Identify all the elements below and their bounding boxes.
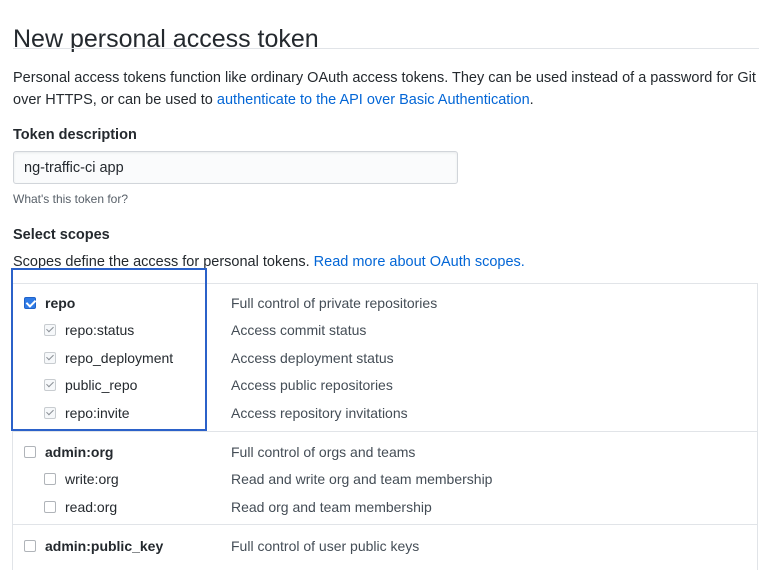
- scopes-note: Scopes define the access for personal to…: [13, 254, 525, 270]
- checkbox-repo-invite[interactable]: [44, 407, 56, 419]
- scope-name: write:org: [65, 471, 119, 487]
- scope-name: read:org: [65, 499, 118, 515]
- scope-desc: Read org and team membership: [231, 499, 432, 515]
- scope-name: repo:status: [65, 322, 135, 338]
- scope-row-repo[interactable]: repo Full control of private repositorie…: [13, 290, 757, 317]
- scope-desc: Access public repositories: [231, 377, 393, 393]
- scopes-note-text: Scopes define the access for personal to…: [13, 254, 314, 270]
- scope-group-repo: repo Full control of private repositorie…: [12, 283, 758, 432]
- token-description-hint: What's this token for?: [13, 192, 129, 206]
- intro-text-end: .: [529, 92, 534, 108]
- scope-desc: Read and write org and team membership: [231, 471, 493, 487]
- token-description-input[interactable]: [13, 151, 458, 184]
- title-divider: [13, 48, 759, 49]
- checkbox-repo[interactable]: [24, 297, 36, 309]
- scope-row-write-org[interactable]: write:org Read and write org and team me…: [13, 466, 757, 493]
- scope-group-admin-public-key: admin:public_key Full control of user pu…: [12, 524, 758, 570]
- scope-desc: Full control of user public keys: [231, 538, 420, 554]
- scope-row-repo-status[interactable]: repo:status Access commit status: [13, 317, 757, 344]
- page-title: New personal access token: [13, 24, 319, 53]
- scope-name: repo:invite: [65, 405, 130, 421]
- select-scopes-heading: Select scopes: [13, 227, 110, 243]
- oauth-scopes-link[interactable]: Read more about OAuth scopes.: [314, 254, 525, 270]
- scope-row-read-org[interactable]: read:org Read org and team membership: [13, 494, 757, 521]
- scope-name: admin:public_key: [45, 538, 164, 554]
- scope-desc: Access repository invitations: [231, 405, 408, 421]
- checkbox-public-repo[interactable]: [44, 379, 56, 391]
- scope-name: repo_deployment: [65, 350, 174, 366]
- scope-row-admin-public-key[interactable]: admin:public_key Full control of user pu…: [13, 533, 757, 560]
- checkbox-admin-org[interactable]: [24, 446, 36, 458]
- checkbox-read-org[interactable]: [44, 501, 56, 513]
- scope-desc: Access commit status: [231, 322, 367, 338]
- scope-desc: Access deployment status: [231, 350, 394, 366]
- checkbox-write-org[interactable]: [44, 473, 56, 485]
- scope-row-repo-invite[interactable]: repo:invite Access repository invitation…: [13, 400, 757, 427]
- scope-desc: Full control of orgs and teams: [231, 444, 416, 460]
- token-description-label: Token description: [13, 127, 137, 143]
- scope-name: repo: [45, 295, 76, 311]
- scope-name: admin:org: [45, 444, 114, 460]
- scope-group-admin-org: admin:org Full control of orgs and teams…: [12, 431, 758, 525]
- checkbox-repo-status[interactable]: [44, 324, 56, 336]
- scope-desc: Full control of private repositories: [231, 295, 438, 311]
- scope-name: public_repo: [65, 377, 138, 393]
- checkbox-admin-public-key[interactable]: [24, 540, 36, 552]
- scope-row-admin-org[interactable]: admin:org Full control of orgs and teams: [13, 439, 757, 466]
- checkbox-repo-deployment[interactable]: [44, 352, 56, 364]
- intro-paragraph: Personal access tokens function like ord…: [13, 67, 761, 111]
- scope-row-public-repo[interactable]: public_repo Access public repositories: [13, 372, 757, 399]
- basic-auth-link[interactable]: authenticate to the API over Basic Authe…: [217, 92, 530, 108]
- scope-row-repo-deployment[interactable]: repo_deployment Access deployment status: [13, 345, 757, 372]
